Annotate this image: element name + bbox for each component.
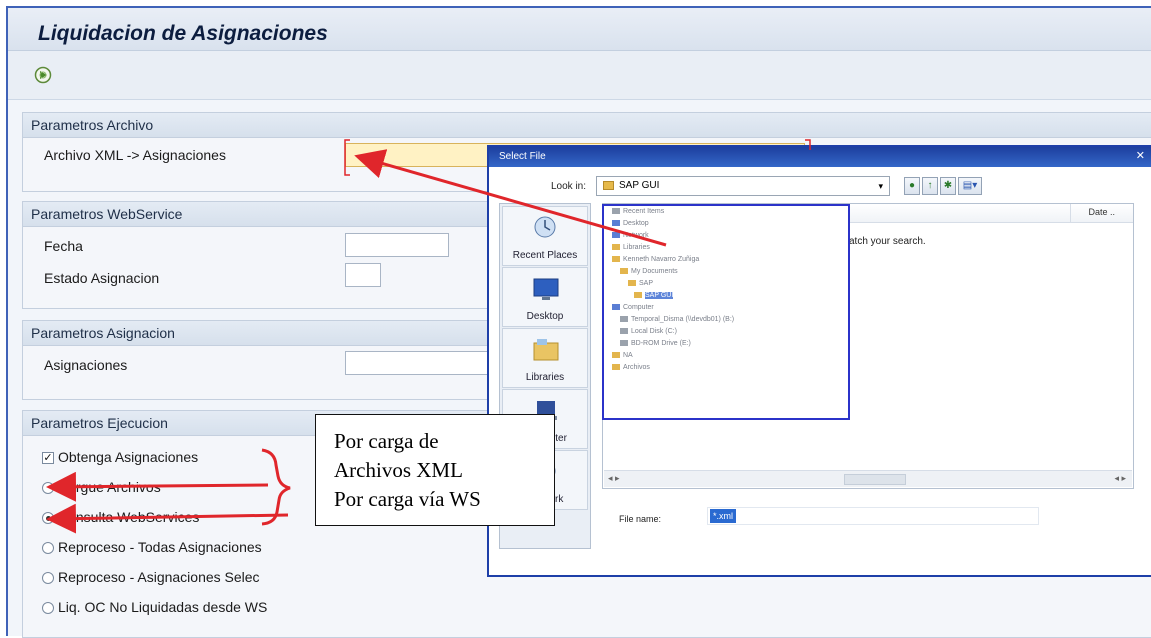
field-bracket-right xyxy=(805,139,811,150)
bracket-brace xyxy=(261,448,291,526)
field-bracket-left xyxy=(344,139,350,176)
arrow-to-consulta-webservices xyxy=(46,503,289,534)
arrow-to-cargue-archivos xyxy=(46,471,269,502)
arrow-to-file-input xyxy=(354,149,667,247)
annotation-arrows xyxy=(46,139,811,534)
